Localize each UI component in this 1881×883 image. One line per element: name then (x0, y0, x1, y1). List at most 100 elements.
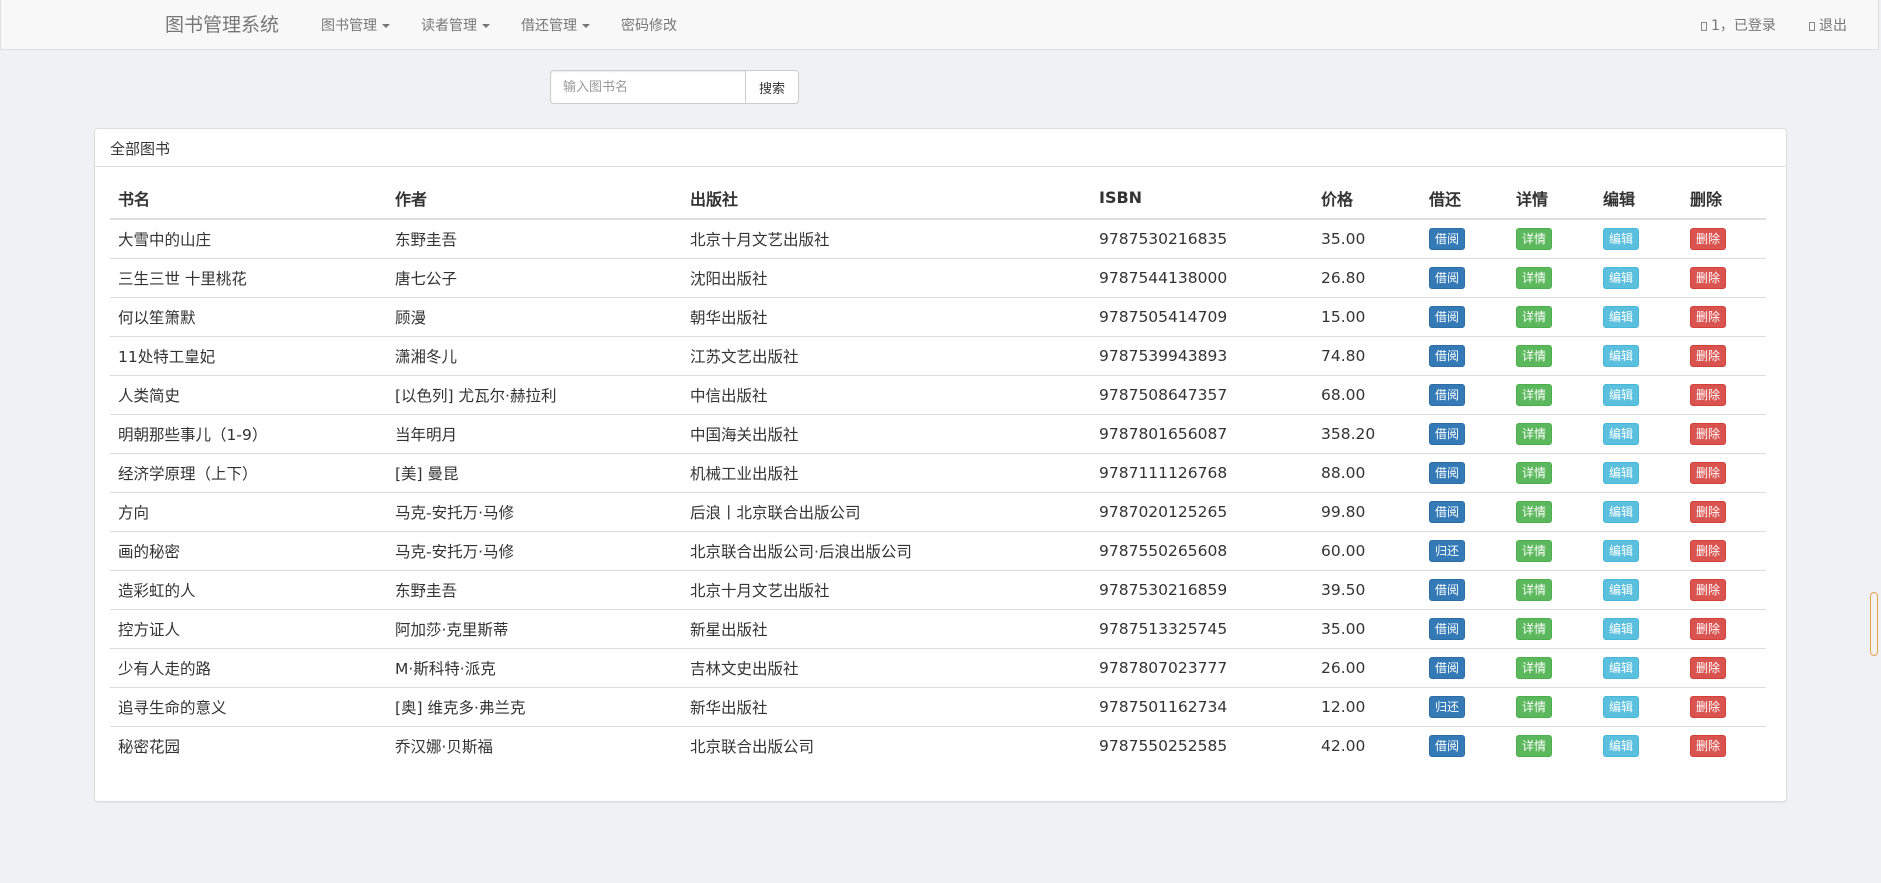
cell-borrow: 归还 (1421, 686, 1508, 726)
cell-publisher: 北京联合出版公司·后浪出版公司 (682, 530, 1091, 570)
cell-detail: 详情 (1508, 647, 1595, 687)
cell-edit: 编辑 (1595, 569, 1682, 609)
borrow-return-button[interactable]: 借阅 (1429, 344, 1466, 367)
nav-menu-reader-management[interactable]: 读者管理 (421, 16, 490, 36)
delete-button[interactable]: 删除 (1690, 500, 1727, 523)
table-header-row: 书名 作者 出版社 ISBN 价格 借还 详情 编辑 删除 (110, 177, 1766, 220)
edit-button[interactable]: 编辑 (1603, 539, 1640, 562)
delete-button[interactable]: 删除 (1690, 656, 1727, 679)
brand-title[interactable]: 图书管理系统 (165, 12, 279, 38)
borrow-return-button[interactable]: 借阅 (1429, 266, 1466, 289)
detail-button[interactable]: 详情 (1516, 266, 1553, 289)
table-row: 何以笙箫默 顾漫 朝华出版社 9787505414709 15.00 借阅 详情 编辑 删除 (110, 296, 1766, 336)
borrow-return-button[interactable]: 归还 (1429, 695, 1466, 718)
column-header-title: 书名 (110, 177, 387, 220)
borrow-return-button[interactable]: 借阅 (1429, 617, 1466, 640)
cell-price: 15.00 (1313, 296, 1421, 336)
borrow-return-button[interactable]: 借阅 (1429, 227, 1466, 250)
edit-button[interactable]: 编辑 (1603, 617, 1640, 640)
cell-price: 39.50 (1313, 569, 1421, 609)
nav-menu-label: 读者管理 (421, 18, 477, 34)
edit-button[interactable]: 编辑 (1603, 656, 1640, 679)
cell-borrow: 借阅 (1421, 374, 1508, 414)
delete-button[interactable]: 删除 (1690, 695, 1727, 718)
nav-menu-borrow-management[interactable]: 借还管理 (521, 16, 590, 36)
cell-title: 造彩虹的人 (110, 569, 387, 609)
edit-button[interactable]: 编辑 (1603, 500, 1640, 523)
edit-button[interactable]: 编辑 (1603, 305, 1640, 328)
borrow-return-button[interactable]: 借阅 (1429, 305, 1466, 328)
delete-button[interactable]: 删除 (1690, 227, 1727, 250)
delete-button[interactable]: 删除 (1690, 383, 1727, 406)
search-input[interactable] (550, 70, 746, 104)
detail-button[interactable]: 详情 (1516, 734, 1553, 757)
cell-delete: 删除 (1682, 647, 1766, 687)
delete-button[interactable]: 删除 (1690, 266, 1727, 289)
table-row: 三生三世 十里桃花 唐七公子 沈阳出版社 9787544138000 26.80 借阅 详情… (110, 257, 1766, 297)
logout-link[interactable]: 退出 (1809, 16, 1847, 36)
cell-delete: 删除 (1682, 218, 1766, 258)
panel-title: 全部图书 (95, 129, 1786, 167)
delete-button[interactable]: 删除 (1690, 461, 1727, 484)
borrow-return-button[interactable]: 借阅 (1429, 578, 1466, 601)
edit-button[interactable]: 编辑 (1603, 383, 1640, 406)
borrow-return-button[interactable]: 借阅 (1429, 461, 1466, 484)
nav-menu-book-management[interactable]: 图书管理 (321, 16, 390, 36)
cell-publisher: 北京联合出版公司 (682, 725, 1091, 765)
borrow-return-button[interactable]: 借阅 (1429, 656, 1466, 679)
scrollbar-thumb[interactable] (1870, 592, 1878, 656)
detail-button[interactable]: 详情 (1516, 383, 1553, 406)
nav-menu-password-change[interactable]: 密码修改 (621, 16, 677, 36)
delete-button[interactable]: 删除 (1690, 578, 1727, 601)
edit-button[interactable]: 编辑 (1603, 266, 1640, 289)
edit-button[interactable]: 编辑 (1603, 344, 1640, 367)
caret-down-icon (382, 24, 390, 28)
delete-button[interactable]: 删除 (1690, 305, 1727, 328)
delete-button[interactable]: 删除 (1690, 617, 1727, 640)
table-row: 方向 马克-安托万·马修 后浪丨北京联合出版公司 9787020125265 99.80… (110, 491, 1766, 531)
borrow-return-button[interactable]: 借阅 (1429, 383, 1466, 406)
cell-author: 东野圭吾 (387, 569, 682, 609)
detail-button[interactable]: 详情 (1516, 539, 1553, 562)
edit-button[interactable]: 编辑 (1603, 695, 1640, 718)
cell-borrow: 借阅 (1421, 491, 1508, 531)
cell-isbn: 9787550252585 (1091, 725, 1313, 765)
borrow-return-button[interactable]: 借阅 (1429, 422, 1466, 445)
delete-button[interactable]: 删除 (1690, 539, 1727, 562)
cell-delete: 删除 (1682, 296, 1766, 336)
cell-edit: 编辑 (1595, 608, 1682, 648)
borrow-return-button[interactable]: 借阅 (1429, 734, 1466, 757)
detail-button[interactable]: 详情 (1516, 227, 1553, 250)
cell-borrow: 借阅 (1421, 569, 1508, 609)
edit-button[interactable]: 编辑 (1603, 578, 1640, 601)
delete-button[interactable]: 删除 (1690, 422, 1727, 445)
cell-isbn: 9787550265608 (1091, 530, 1313, 570)
detail-button[interactable]: 详情 (1516, 461, 1553, 484)
delete-button[interactable]: 删除 (1690, 344, 1727, 367)
detail-button[interactable]: 详情 (1516, 578, 1553, 601)
delete-button[interactable]: 删除 (1690, 734, 1727, 757)
user-status[interactable]: 1，已登录 (1701, 16, 1776, 36)
detail-button[interactable]: 详情 (1516, 422, 1553, 445)
borrow-return-button[interactable]: 借阅 (1429, 500, 1466, 523)
detail-button[interactable]: 详情 (1516, 617, 1553, 640)
detail-button[interactable]: 详情 (1516, 656, 1553, 679)
detail-button[interactable]: 详情 (1516, 344, 1553, 367)
edit-button[interactable]: 编辑 (1603, 734, 1640, 757)
detail-button[interactable]: 详情 (1516, 500, 1553, 523)
edit-button[interactable]: 编辑 (1603, 461, 1640, 484)
cell-author: 当年明月 (387, 413, 682, 453)
edit-button[interactable]: 编辑 (1603, 422, 1640, 445)
cell-borrow: 借阅 (1421, 296, 1508, 336)
detail-button[interactable]: 详情 (1516, 305, 1553, 328)
table-row: 追寻生命的意义 [奥] 维克多·弗兰克 新华出版社 9787501162734 12.0… (110, 686, 1766, 726)
cell-price: 26.00 (1313, 647, 1421, 687)
logout-icon (1809, 22, 1815, 31)
cell-delete: 删除 (1682, 569, 1766, 609)
search-button[interactable]: 搜索 (745, 70, 799, 104)
detail-button[interactable]: 详情 (1516, 695, 1553, 718)
borrow-return-button[interactable]: 归还 (1429, 539, 1466, 562)
cell-publisher: 中国海关出版社 (682, 413, 1091, 453)
cell-title: 11处特工皇妃 (110, 335, 387, 375)
edit-button[interactable]: 编辑 (1603, 227, 1640, 250)
